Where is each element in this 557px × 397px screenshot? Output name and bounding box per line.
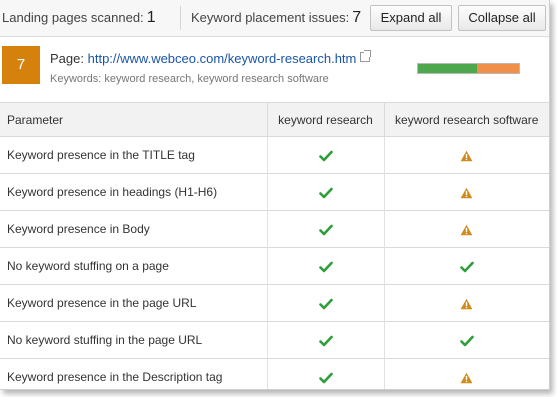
parameter-cell: Keyword presence in Body	[0, 210, 268, 248]
keywords-label: Keywords:	[50, 73, 102, 85]
issues-stat: Keyword placement issues: 7	[191, 0, 361, 36]
page-url-link[interactable]: http://www.webceo.com/keyword-research.h…	[88, 51, 357, 66]
issues-count: 7	[352, 9, 362, 26]
progress-warning-segment	[476, 64, 519, 73]
table-header-row: Parameter keyword research keyword resea…	[0, 102, 549, 137]
parameter-cell: Keyword presence in the page URL	[0, 284, 268, 322]
table-row: Keyword presence in headings (H1-H6)	[0, 173, 549, 211]
page-header: 7 Page: http://www.webceo.com/keyword-re…	[0, 37, 549, 97]
warning-icon	[460, 222, 473, 236]
status-cell	[267, 358, 385, 389]
check-icon	[459, 259, 474, 273]
warning-icon	[460, 370, 473, 384]
check-icon	[318, 259, 333, 273]
expand-all-button[interactable]: Expand all	[370, 5, 452, 31]
keyword-placement-table: Parameter keyword research keyword resea…	[0, 102, 549, 389]
page-label: Page:	[50, 51, 84, 66]
status-cell	[384, 321, 549, 359]
status-cell	[384, 358, 549, 389]
summary-toolbar: Landing pages scanned: 1 Keyword placemen…	[0, 0, 549, 37]
column-header-keyword-research[interactable]: keyword research	[267, 102, 385, 137]
page-url-line: Page: http://www.webceo.com/keyword-rese…	[50, 50, 372, 66]
warning-icon	[460, 185, 473, 199]
parameter-cell: No keyword stuffing in the page URL	[0, 321, 268, 359]
parameter-cell: Keyword presence in headings (H1-H6)	[0, 173, 268, 211]
column-header-parameter[interactable]: Parameter	[0, 102, 268, 137]
table-row: Keyword presence in the page URL	[0, 284, 549, 322]
warning-icon	[460, 296, 473, 310]
check-icon	[318, 222, 333, 236]
landing-pages-count: 1	[146, 9, 156, 26]
status-cell	[384, 173, 549, 211]
landing-pages-label: Landing pages scanned:	[2, 10, 144, 25]
toolbar-divider	[180, 6, 181, 30]
check-icon	[318, 333, 333, 347]
issues-label: Keyword placement issues:	[191, 10, 350, 25]
status-cell	[267, 247, 385, 285]
column-header-keyword-research-software[interactable]: keyword research software	[384, 102, 549, 137]
status-cell	[267, 210, 385, 248]
report-panel: Landing pages scanned: 1 Keyword placemen…	[0, 0, 550, 390]
status-cell	[267, 284, 385, 322]
issue-count-badge: 7	[2, 46, 40, 84]
check-icon	[318, 185, 333, 199]
status-cell	[384, 284, 549, 322]
keywords-value: keyword research, keyword research softw…	[104, 73, 329, 85]
keywords-line: Keywords: keyword research, keyword rese…	[50, 73, 329, 85]
table-row: Keyword presence in the TITLE tag	[0, 136, 549, 174]
status-cell	[384, 247, 549, 285]
check-icon	[318, 148, 333, 162]
collapse-all-button[interactable]: Collapse all	[458, 5, 546, 31]
check-icon	[318, 370, 333, 384]
parameter-cell: Keyword presence in the Description tag	[0, 358, 268, 389]
landing-pages-stat: Landing pages scanned: 1	[2, 0, 156, 36]
open-external-icon[interactable]	[360, 50, 372, 62]
status-cell	[267, 136, 385, 174]
table-row: No keyword stuffing in the page URL	[0, 321, 549, 359]
status-cell	[267, 321, 385, 359]
status-cell	[384, 136, 549, 174]
table-row: Keyword presence in Body	[0, 210, 549, 248]
check-icon	[318, 296, 333, 310]
status-cell	[267, 173, 385, 211]
keyword-score-progress-bar	[417, 63, 520, 74]
table-row: No keyword stuffing on a page	[0, 247, 549, 285]
status-cell	[384, 210, 549, 248]
check-icon	[459, 333, 474, 347]
table-row: Keyword presence in the Description tag	[0, 358, 549, 389]
parameter-cell: Keyword presence in the TITLE tag	[0, 136, 268, 174]
progress-good-segment	[418, 64, 477, 73]
parameter-cell: No keyword stuffing on a page	[0, 247, 268, 285]
warning-icon	[460, 148, 473, 162]
